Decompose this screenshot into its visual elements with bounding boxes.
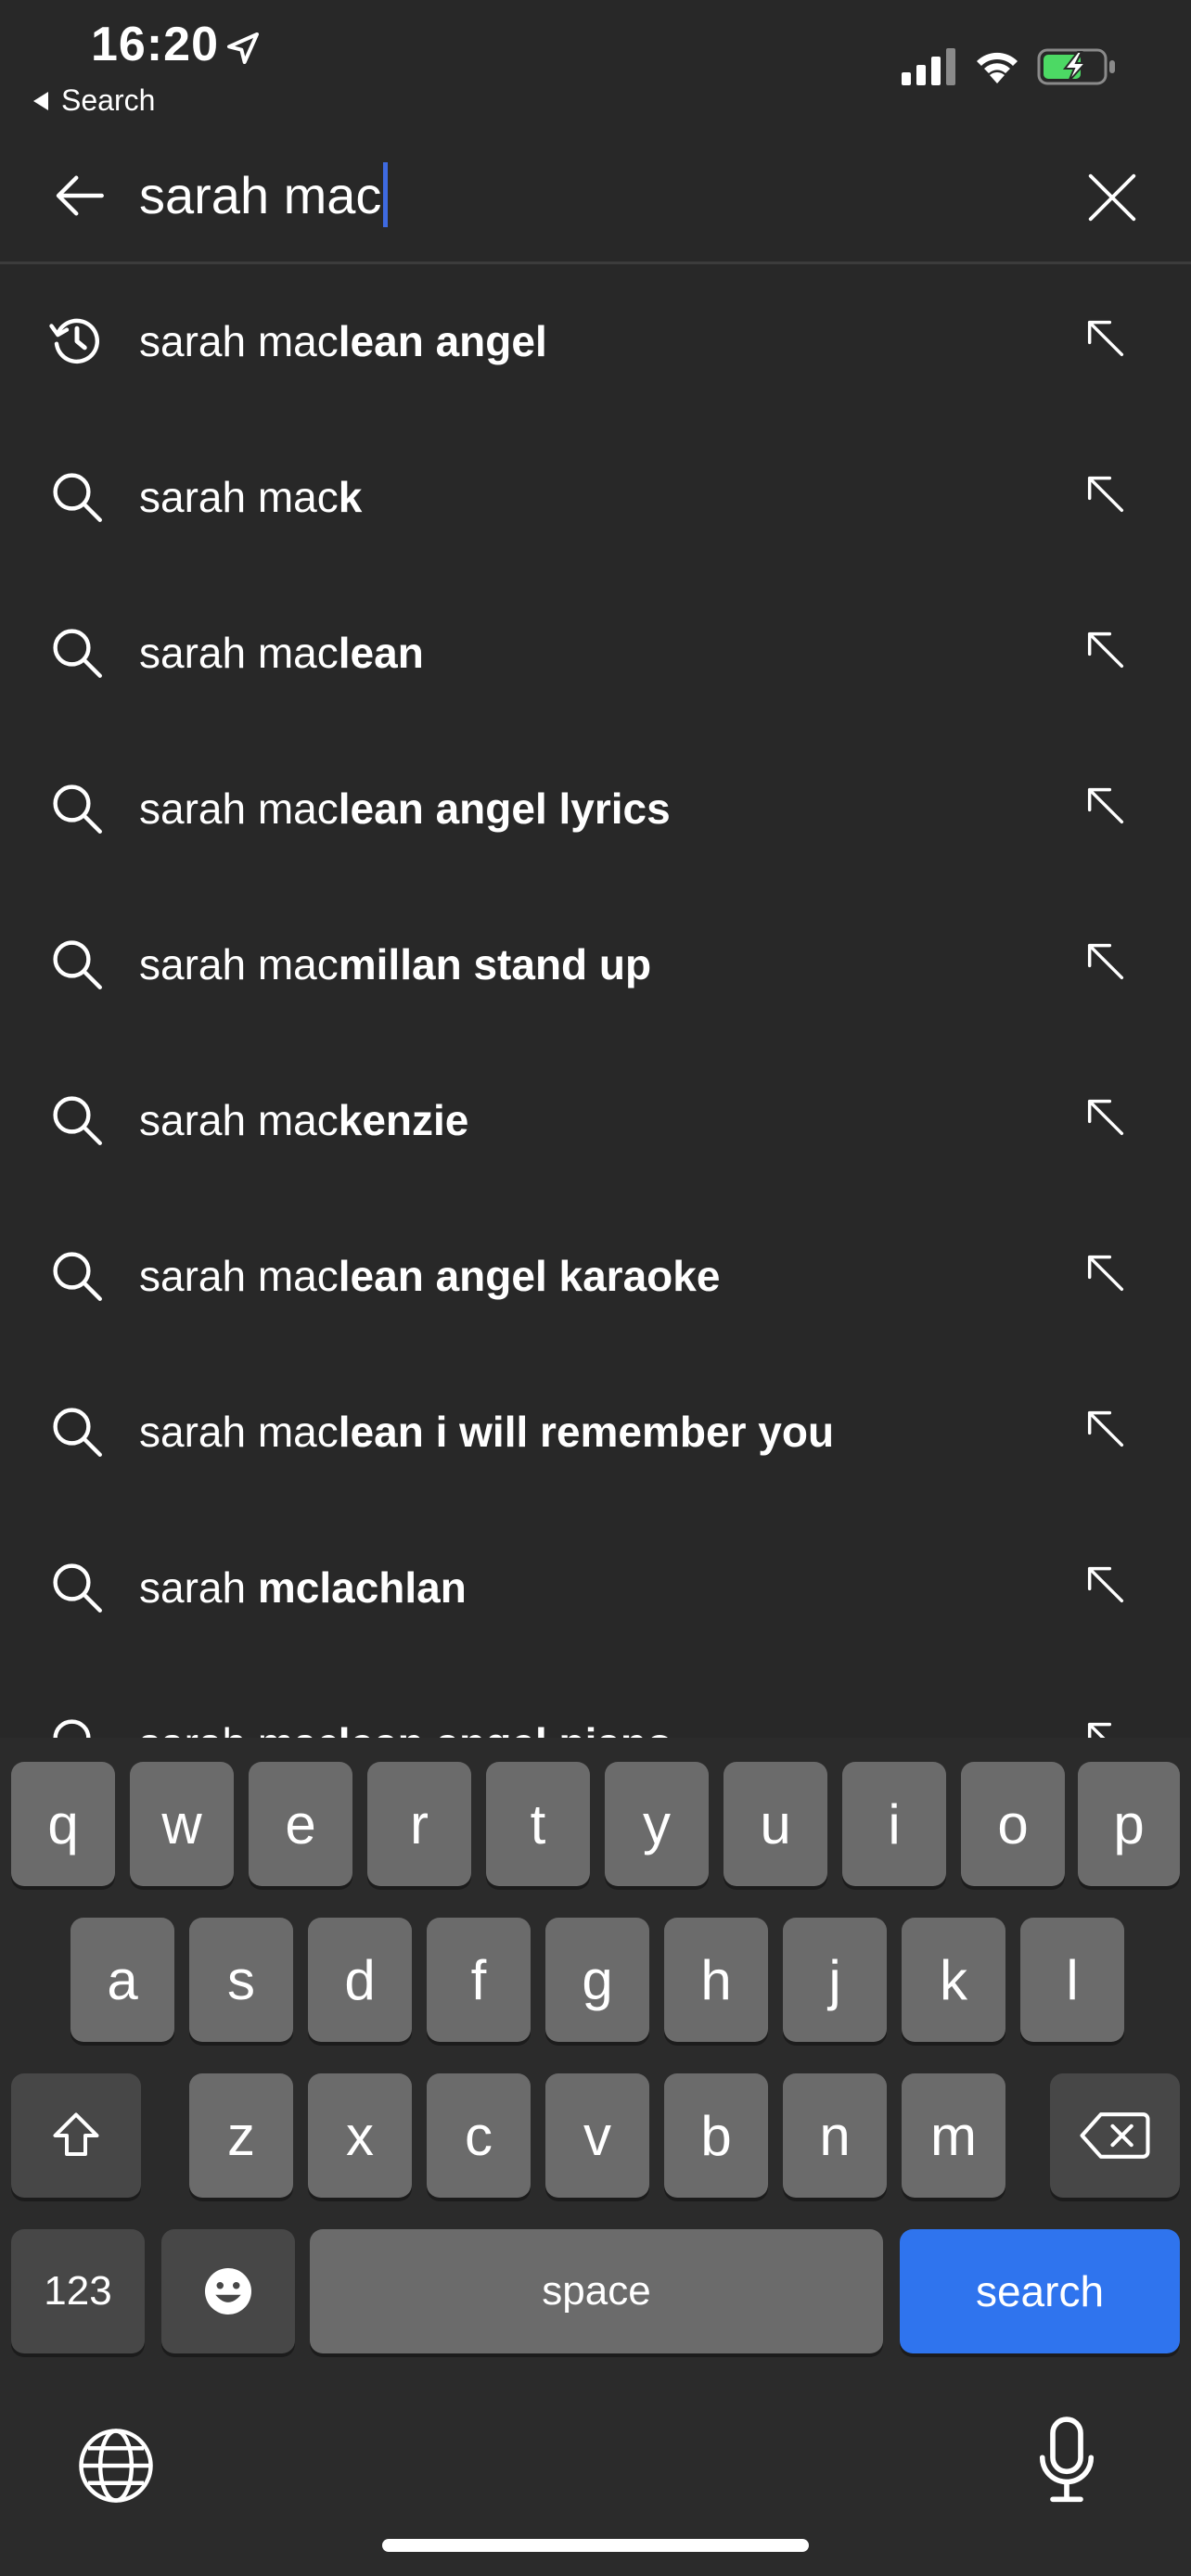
fill-query-arrow-icon[interactable] xyxy=(1082,1561,1130,1609)
suggestion-text: sarah maclean angel lyrics xyxy=(139,784,671,833)
key-u[interactable]: u xyxy=(724,1762,827,1886)
suggestion-text: sarah maclean angel karaoke xyxy=(139,1252,721,1300)
search-icon xyxy=(53,940,102,989)
history-icon xyxy=(49,318,99,364)
suggestion-text: sarah maclean angel xyxy=(139,317,547,365)
search-query-text: sarah mac xyxy=(139,165,382,224)
emoji-key[interactable] xyxy=(161,2229,295,2353)
suggestion-item[interactable]: sarah mack xyxy=(0,420,1191,576)
back-to-app-label: Search xyxy=(61,83,156,117)
suggestion-item[interactable]: sarah maclean xyxy=(0,576,1191,732)
key-y[interactable]: y xyxy=(605,1762,709,1886)
key-v[interactable]: v xyxy=(545,2073,649,2198)
suggestion-item[interactable]: sarah maclean i will remember you xyxy=(0,1355,1191,1511)
status-time: 16:20 xyxy=(91,18,219,71)
key-p[interactable]: p xyxy=(1078,1762,1180,1886)
search-icon xyxy=(53,1719,91,1739)
key-g[interactable]: g xyxy=(545,1918,649,2042)
key-d[interactable]: d xyxy=(308,1918,412,2042)
key-m[interactable]: m xyxy=(902,2073,1005,2198)
key-q[interactable]: q xyxy=(11,1762,115,1886)
search-icon xyxy=(53,1096,102,1145)
fill-query-arrow-icon[interactable] xyxy=(1082,1249,1130,1297)
location-arrow-icon xyxy=(227,32,259,64)
key-j[interactable]: j xyxy=(783,1918,887,2042)
back-triangle-icon xyxy=(33,91,48,110)
key-c[interactable]: c xyxy=(427,2073,531,2198)
search-icon xyxy=(53,784,102,834)
fill-query-arrow-icon[interactable] xyxy=(1082,782,1130,830)
fill-query-arrow-icon[interactable] xyxy=(1082,1405,1130,1453)
key-a[interactable]: a xyxy=(70,1918,174,2042)
back-to-app-link[interactable]: Search xyxy=(33,83,155,118)
fill-query-arrow-icon[interactable] xyxy=(1082,1093,1130,1141)
clear-search-icon[interactable] xyxy=(1083,169,1141,226)
key-i[interactable]: i xyxy=(842,1762,946,1886)
shift-icon xyxy=(53,2112,99,2156)
suggestion-item[interactable]: sarah maclean angel lyrics xyxy=(0,732,1191,887)
key-h[interactable]: h xyxy=(664,1918,768,2042)
search-icon xyxy=(53,629,102,678)
key-w[interactable]: w xyxy=(130,1762,234,1886)
search-icon xyxy=(53,1408,102,1457)
suggestion-item[interactable]: sarah macmillan stand up xyxy=(0,887,1191,1043)
fill-query-arrow-icon[interactable] xyxy=(1082,937,1130,986)
cellular-signal-icon xyxy=(902,48,955,85)
suggestion-text: sarah mclachlan xyxy=(139,1563,467,1612)
suggestion-item[interactable]: sarah mackenzie xyxy=(0,1043,1191,1199)
key-e[interactable]: e xyxy=(249,1762,352,1886)
search-header: sarah mac xyxy=(0,130,1191,264)
backspace-key[interactable] xyxy=(1050,2073,1180,2198)
emoji-icon xyxy=(205,2268,251,2315)
suggestion-list: sarah maclean angel sarah mack sarah mac… xyxy=(0,264,1191,1739)
search-icon xyxy=(53,1252,102,1301)
fill-query-arrow-icon[interactable] xyxy=(1082,470,1130,518)
status-bar: 16:20 Search xyxy=(0,0,1191,130)
on-screen-keyboard: q w e r t y u i o p a s d f g h j k l z … xyxy=(0,1738,1191,2576)
key-l[interactable]: l xyxy=(1020,1918,1124,2042)
home-indicator[interactable] xyxy=(382,2539,809,2552)
fill-query-arrow-icon[interactable] xyxy=(1082,314,1130,363)
search-icon xyxy=(53,473,102,522)
battery-charging-icon xyxy=(1037,48,1115,85)
text-caret xyxy=(383,162,389,227)
suggestion-text: sarah maclean angel piano xyxy=(139,1713,672,1739)
key-f[interactable]: f xyxy=(427,1918,531,2042)
microphone-icon[interactable] xyxy=(1039,2415,1095,2507)
key-z[interactable]: z xyxy=(189,2073,293,2198)
back-arrow-icon[interactable] xyxy=(48,165,109,226)
suggestion-item[interactable]: sarah maclean angel piano xyxy=(0,1666,1191,1739)
backspace-icon xyxy=(1080,2112,1150,2159)
key-n[interactable]: n xyxy=(783,2073,887,2198)
key-s[interactable]: s xyxy=(189,1918,293,2042)
suggestion-text: sarah mackenzie xyxy=(139,1096,469,1144)
numbers-key[interactable]: 123 xyxy=(11,2229,145,2353)
space-key[interactable]: space xyxy=(310,2229,883,2353)
key-k[interactable]: k xyxy=(902,1918,1005,2042)
shift-key[interactable] xyxy=(11,2073,141,2198)
key-b[interactable]: b xyxy=(664,2073,768,2198)
search-icon xyxy=(53,1563,102,1613)
suggestion-text: sarah maclean xyxy=(139,629,424,677)
fill-query-arrow-icon[interactable] xyxy=(1082,1716,1130,1739)
search-key[interactable]: search xyxy=(900,2229,1180,2353)
key-t[interactable]: t xyxy=(486,1762,590,1886)
suggestion-item[interactable]: sarah maclean angel xyxy=(0,264,1191,420)
suggestion-text: sarah mack xyxy=(139,473,363,521)
fill-query-arrow-icon[interactable] xyxy=(1082,626,1130,674)
key-x[interactable]: x xyxy=(308,2073,412,2198)
globe-icon[interactable] xyxy=(74,2424,158,2507)
key-r[interactable]: r xyxy=(367,1762,471,1886)
key-o[interactable]: o xyxy=(961,1762,1065,1886)
suggestion-item[interactable]: sarah mclachlan xyxy=(0,1511,1191,1666)
search-input[interactable]: sarah mac xyxy=(139,158,1020,232)
wifi-icon xyxy=(977,52,1018,83)
suggestion-item[interactable]: sarah maclean angel karaoke xyxy=(0,1199,1191,1355)
suggestion-text: sarah macmillan stand up xyxy=(139,940,652,988)
suggestion-text: sarah maclean i will remember you xyxy=(139,1408,835,1456)
